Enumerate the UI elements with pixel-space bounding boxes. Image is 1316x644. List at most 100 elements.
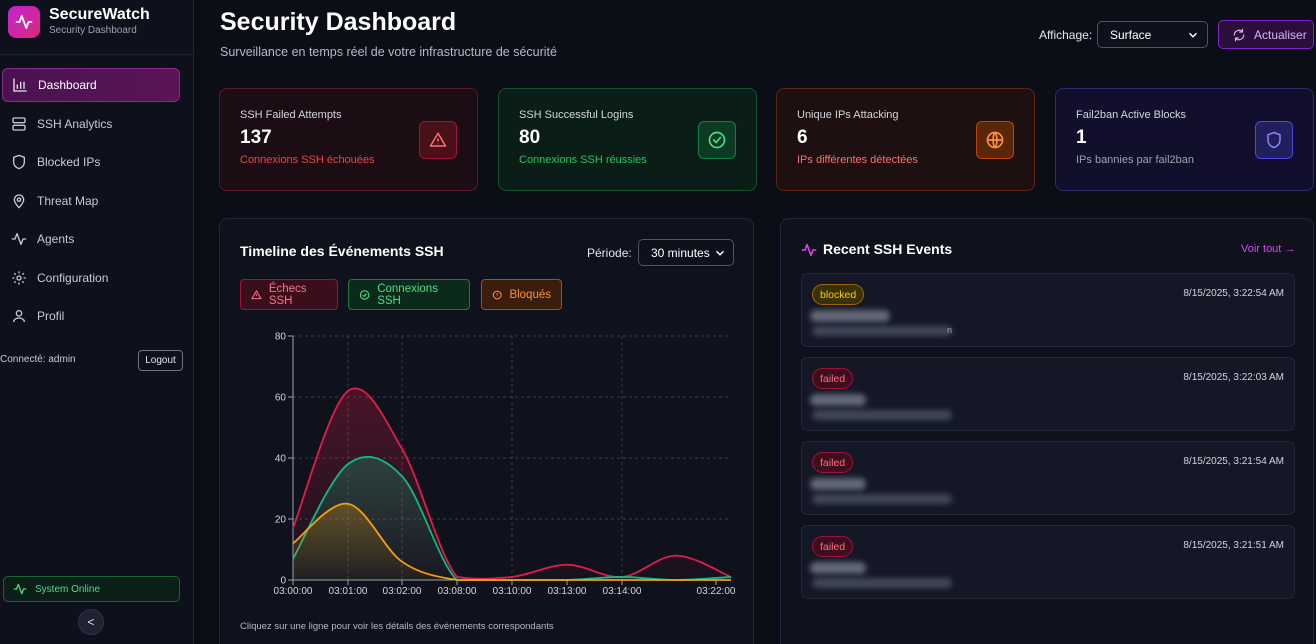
brand[interactable]: SecureWatch Security Dashboard [8, 6, 150, 38]
sidebar-item-label: Threat Map [37, 193, 99, 208]
sidebar-item-label: Agents [37, 232, 75, 246]
event-detail-tail: n [947, 325, 953, 335]
refresh-button[interactable]: Actualiser [1218, 20, 1314, 49]
timeline-chart[interactable]: 0 20 40 60 80 03:00:00 03:01:00 03:02:00 03:08:0… [220, 319, 755, 604]
activity-icon [801, 243, 817, 257]
redacted-detail [812, 410, 952, 420]
activity-icon [11, 233, 27, 245]
kpi-label: SSH Failed Attempts [240, 109, 342, 121]
connected-user: Connecté: admin [0, 354, 76, 365]
sidebar-item-configuration[interactable]: Configuration [2, 261, 180, 295]
legend-label: Bloqués [509, 288, 551, 301]
sidebar-item-dashboard[interactable]: Dashboard [2, 68, 180, 102]
status-badge: failed [812, 368, 854, 389]
y-tick-label: 80 [275, 332, 287, 343]
status-badge: failed [812, 536, 854, 557]
check-circle-icon [359, 289, 370, 300]
page-title: Security Dashboard [220, 8, 457, 36]
shield-icon [13, 154, 25, 170]
period-label: Période: [587, 246, 632, 260]
event-item[interactable]: failed 8/15/2025, 3:21:54 AM [801, 441, 1295, 515]
divider [0, 54, 193, 55]
view-select[interactable]: Surface [1097, 21, 1208, 48]
timeline-title: Timeline des Événements SSH [240, 243, 444, 259]
event-time: 8/15/2025, 3:21:54 AM [1183, 456, 1284, 467]
redacted-ip [810, 562, 866, 574]
redacted-ip [810, 394, 866, 406]
sidebar-nav: Dashboard SSH Analytics Blocked IPs Thre… [2, 68, 180, 338]
recent-events-title: Recent SSH Events [823, 241, 953, 257]
sidebar: SecureWatch Security Dashboard Dashboard… [0, 0, 194, 644]
y-tick-label: 40 [275, 454, 287, 465]
gear-icon [12, 270, 26, 285]
kpi-label: SSH Successful Logins [519, 109, 634, 121]
refresh-label: Actualiser [1254, 27, 1307, 42]
sidebar-item-agents[interactable]: Agents [2, 222, 180, 256]
event-item[interactable]: failed 8/15/2025, 3:22:03 AM [801, 357, 1295, 431]
kpi-label: Fail2ban Active Blocks [1076, 109, 1187, 121]
legend-label: Échecs SSH [268, 282, 307, 307]
x-tick-label: 03:22:00 [697, 586, 736, 597]
view-label: Affichage: [1039, 28, 1093, 42]
alert-triangle-icon [251, 289, 262, 299]
server-icon [12, 116, 26, 131]
sidebar-item-ssh-analytics[interactable]: SSH Analytics [2, 107, 180, 141]
x-tick-label: 03:08:00 [438, 586, 477, 597]
sidebar-item-threat-map[interactable]: Threat Map [2, 184, 180, 218]
event-time: 8/15/2025, 3:22:03 AM [1183, 372, 1284, 383]
kpi-ssh-success[interactable]: SSH Successful Logins 80 Connexions SSH … [498, 88, 757, 191]
legend-blocked-toggle[interactable]: Bloqués [481, 279, 562, 310]
x-tick-label: 03:14:00 [603, 586, 642, 597]
kpi-label: Unique IPs Attacking [797, 109, 899, 121]
timeline-panel: Timeline des Événements SSH Période: 30 … [219, 218, 754, 644]
kpi-fail2ban-blocks[interactable]: Fail2ban Active Blocks 1 IPs bannies par… [1055, 88, 1314, 191]
kpi-ssh-failed[interactable]: SSH Failed Attempts 137 Connexions SSH é… [219, 88, 478, 191]
status-badge: blocked [812, 284, 865, 305]
sidebar-item-label: Profil [37, 309, 65, 323]
sidebar-item-profil[interactable]: Profil [2, 299, 180, 333]
activity-icon [13, 583, 27, 595]
brand-title: SecureWatch [49, 6, 150, 23]
period-select-value: 30 minutes [651, 245, 710, 260]
legend-success-toggle[interactable]: Connexions SSH [348, 279, 470, 310]
sidebar-item-label: SSH Analytics [37, 116, 113, 131]
chevron-down-icon [1188, 32, 1198, 38]
event-time: 8/15/2025, 3:21:51 AM [1183, 540, 1284, 551]
redacted-detail [812, 494, 952, 504]
view-select-value: Surface [1110, 27, 1152, 42]
globe-icon [976, 121, 1014, 159]
redacted-detail [812, 578, 952, 588]
x-tick-label: 03:00:00 [274, 586, 313, 597]
page-subtitle: Surveillance en temps réel de votre infr… [220, 45, 557, 59]
y-tick-label: 20 [275, 515, 287, 526]
kpi-unique-ips[interactable]: Unique IPs Attacking 6 IPs différentes d… [776, 88, 1035, 191]
chart-note: Cliquez sur une ligne pour voir les déta… [240, 621, 554, 632]
check-circle-icon [698, 121, 736, 159]
event-time: 8/15/2025, 3:22:54 AM [1183, 288, 1284, 299]
sidebar-item-label: Dashboard [38, 78, 97, 92]
see-all-link[interactable]: Voir tout → [1241, 243, 1295, 255]
info-circle-icon [492, 290, 502, 299]
map-pin-icon [13, 193, 25, 209]
alert-triangle-icon [419, 121, 457, 159]
bar-chart-icon [13, 78, 27, 92]
user-icon [13, 310, 25, 323]
collapse-sidebar-button[interactable]: < [78, 609, 104, 635]
event-item[interactable]: failed 8/15/2025, 3:21:51 AM [801, 525, 1295, 599]
status-label: System Online [35, 583, 101, 595]
sidebar-item-label: Configuration [37, 270, 109, 285]
x-tick-label: 03:13:00 [548, 586, 587, 597]
y-tick-label: 60 [275, 393, 287, 404]
x-tick-label: 03:01:00 [329, 586, 368, 597]
brand-subtitle: Security Dashboard [49, 25, 137, 36]
legend-failed-toggle[interactable]: Échecs SSH [240, 279, 338, 310]
chevron-down-icon [715, 250, 725, 256]
sidebar-item-label: Blocked IPs [37, 155, 101, 169]
sidebar-item-blocked-ips[interactable]: Blocked IPs [2, 145, 180, 179]
x-tick-label: 03:02:00 [383, 586, 422, 597]
logout-button[interactable]: Logout [138, 350, 183, 371]
event-item[interactable]: blocked 8/15/2025, 3:22:54 AM n [801, 273, 1295, 347]
legend-label: Connexions SSH [377, 282, 438, 307]
period-select[interactable]: 30 minutes [638, 239, 734, 266]
system-status: System Online [3, 576, 180, 602]
